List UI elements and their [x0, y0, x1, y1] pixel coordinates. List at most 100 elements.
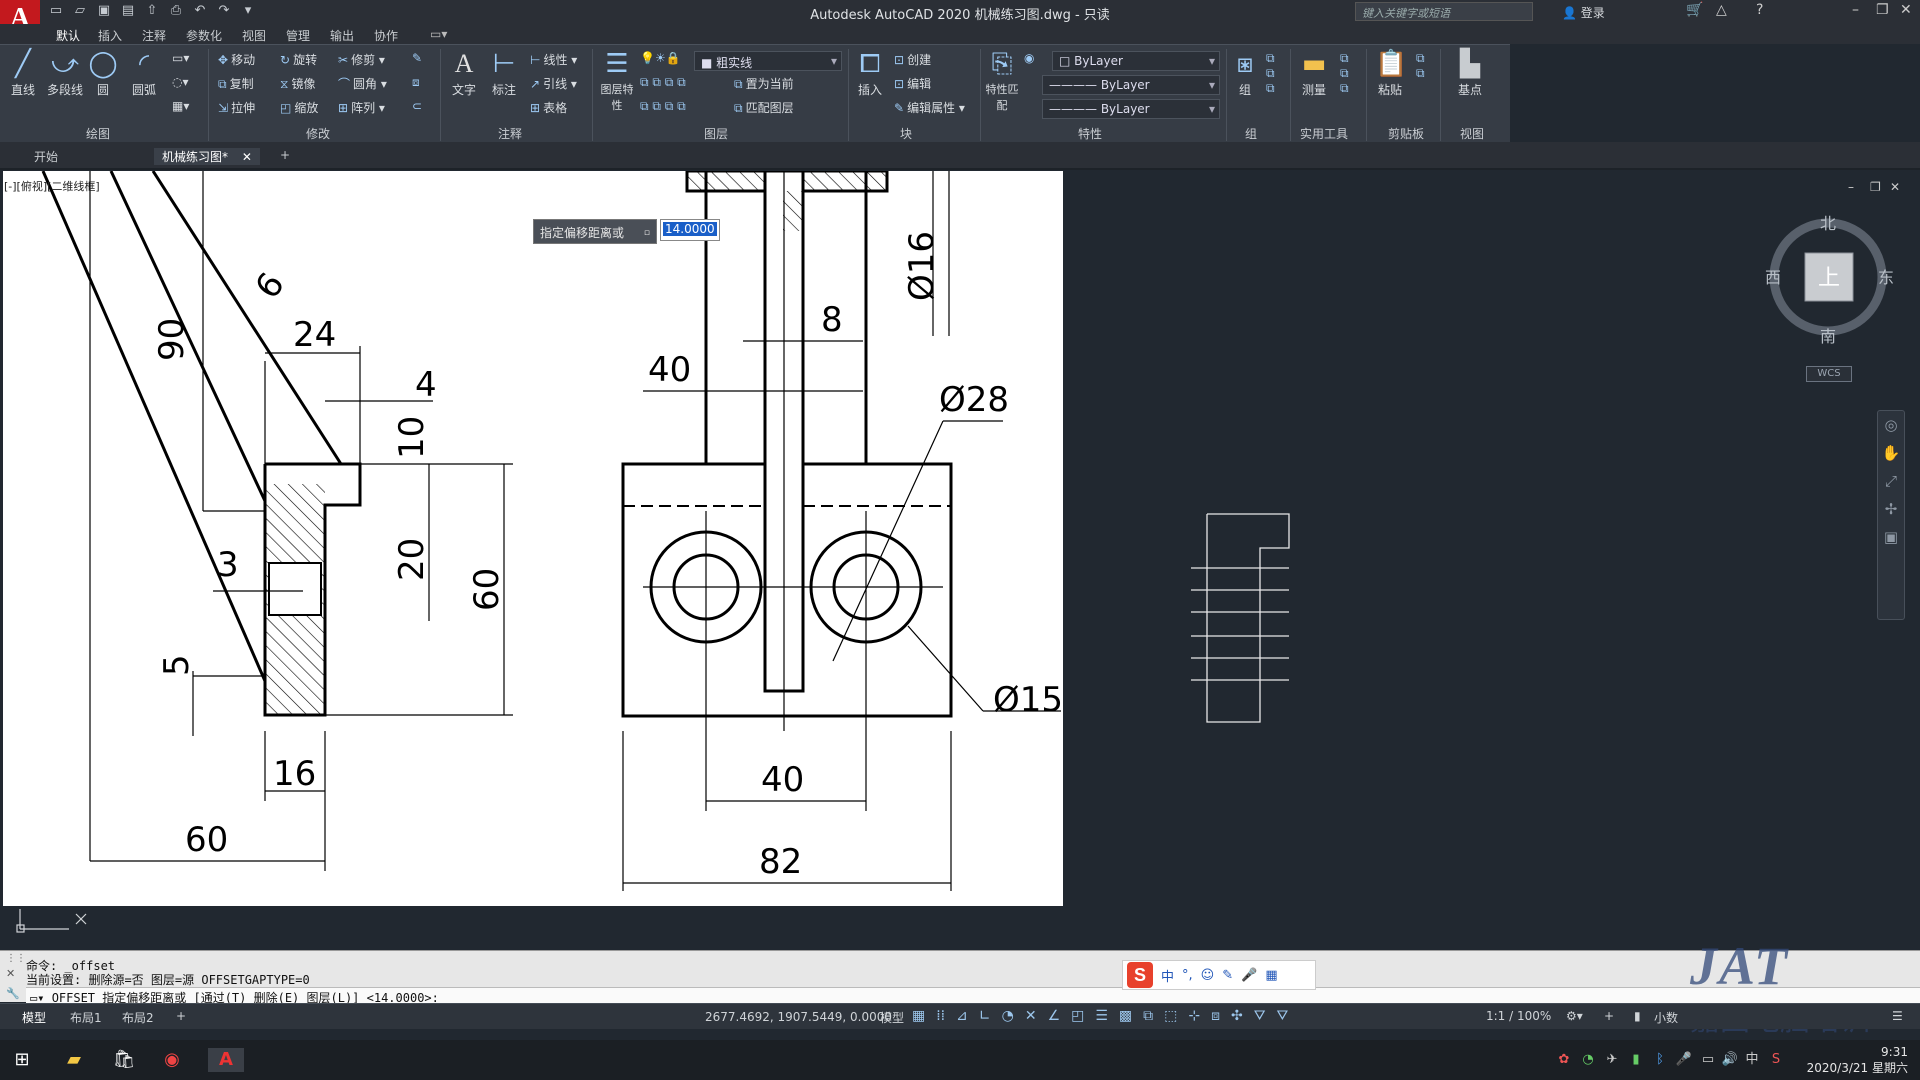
annotation-visibility-icon[interactable]: ⛛	[1254, 1008, 1266, 1024]
layer-state-icons[interactable]: 💡☀🔒	[640, 51, 684, 65]
color-dropdown[interactable]: □ ByLayer	[1052, 51, 1220, 71]
input-language-icon[interactable]: 中	[1740, 1048, 1764, 1072]
model-space-button[interactable]: 模型	[880, 1009, 904, 1026]
punctuation-icon[interactable]: °,	[1182, 968, 1193, 983]
base-view-button[interactable]: ▙ 基点	[1450, 49, 1490, 98]
layer-tools-row1[interactable]: ⧉ ⧉ ⧉ ⧉	[640, 75, 689, 90]
prompt-options-icon[interactable]: ▫	[644, 228, 650, 238]
group-button[interactable]: ⧆ 组	[1230, 49, 1260, 98]
auto-scale-icon[interactable]: ⛛	[1277, 1008, 1289, 1024]
mirror-button[interactable]: ⧖ 镜像	[280, 75, 315, 92]
scale-button[interactable]: ◰ 缩放	[280, 99, 318, 116]
network-icon[interactable]: ▭	[1696, 1048, 1720, 1072]
orbit-icon[interactable]: ✢	[1878, 495, 1904, 523]
close-tab-icon[interactable]: ✕	[242, 150, 252, 164]
selection-cycling-icon[interactable]: ⧉	[1143, 1008, 1153, 1024]
object-snap-icon[interactable]: ◰	[1071, 1008, 1084, 1024]
customization-icon[interactable]: ☰	[1892, 1009, 1903, 1023]
add-layout-icon[interactable]: +	[176, 1009, 186, 1023]
microphone-icon[interactable]: 🎤	[1672, 1048, 1696, 1072]
new-tab-icon[interactable]: +	[280, 148, 290, 162]
cursor-coordinates[interactable]: 2677.4692, 1907.5449, 0.0000	[705, 1010, 892, 1024]
sogou-tray-icon[interactable]: S	[1764, 1048, 1788, 1072]
restore-icon[interactable]: ❐	[1876, 2, 1889, 18]
viewcube[interactable]: 上 北 南 西 东	[1765, 215, 1895, 355]
isodraft-icon[interactable]: ✕	[1025, 1008, 1037, 1024]
redo-icon[interactable]: ↷	[216, 3, 232, 19]
move-button[interactable]: ✥ 移动	[218, 51, 255, 68]
drafted-geometry[interactable]	[1185, 508, 1295, 728]
make-current-button[interactable]: ⧉ 置为当前	[734, 75, 794, 92]
compass-south[interactable]: 南	[1820, 327, 1836, 346]
leader-button[interactable]: ↗ 引线 ▾	[530, 75, 577, 92]
pan-icon[interactable]: ✋	[1878, 439, 1904, 467]
close-icon[interactable]: ✕	[1900, 2, 1912, 18]
tray-icon[interactable]: ✿	[1552, 1048, 1576, 1072]
table-button[interactable]: ⊞ 表格	[530, 99, 567, 116]
annotation-scale[interactable]: 1:1 / 100%	[1486, 1009, 1551, 1023]
bluetooth-icon[interactable]: ᛒ	[1648, 1048, 1672, 1072]
dimension-button[interactable]: ⊢ 标注	[486, 49, 522, 98]
showmotion-icon[interactable]: ▣	[1878, 523, 1904, 551]
trim-button[interactable]: ✂ 修剪 ▾	[338, 51, 385, 68]
system-clock[interactable]: 9:31 2020/3/21 星期六	[1807, 1044, 1908, 1076]
create-block-button[interactable]: ⊡ 创建	[894, 51, 931, 68]
lineweight-icon[interactable]: ☰	[1095, 1008, 1108, 1024]
emoji-icon[interactable]: ☺	[1201, 968, 1215, 983]
compass-east[interactable]: 东	[1878, 268, 1894, 287]
ime-toolbar[interactable]: S 中 °, ☺ ✎ 🎤 ▦	[1122, 960, 1316, 990]
compass-north[interactable]: 北	[1820, 215, 1836, 233]
search-input[interactable]: 键入关键字或短语	[1355, 2, 1533, 21]
fillet-button[interactable]: ⌒ 圆角 ▾	[338, 75, 387, 92]
file-explorer-icon[interactable]: ▰	[62, 1048, 86, 1072]
snap-icon[interactable]: ⁞⁞	[936, 1008, 945, 1024]
workspace-gear-icon[interactable]: ⚙▾	[1566, 1009, 1583, 1023]
group-tool-icons[interactable]: ⧉ ⧉ ⧉	[1266, 51, 1278, 96]
sogou-logo-icon[interactable]: S	[1127, 962, 1153, 988]
tab-output[interactable]: 输出	[330, 27, 354, 44]
layer-dropdown[interactable]: ■ 粗实线	[694, 51, 842, 71]
match-layer-button[interactable]: ⧉ 匹配图层	[734, 99, 794, 116]
volume-icon[interactable]: 🔊	[1718, 1048, 1742, 1072]
minimize-icon[interactable]: –	[1852, 2, 1859, 18]
ime-language-toggle[interactable]: 中	[1161, 966, 1174, 985]
tab-manage[interactable]: 管理	[286, 27, 310, 44]
circle-button[interactable]: ◯ 圆	[88, 49, 118, 98]
tab-start[interactable]: 开始	[34, 148, 58, 165]
polyline-button[interactable]: ⤻ 多段线	[42, 49, 88, 98]
new-file-icon[interactable]: ▭	[48, 3, 64, 19]
store-icon[interactable]: 🛍	[112, 1048, 136, 1072]
units-label[interactable]: 小数	[1654, 1009, 1678, 1026]
microphone-icon[interactable]: 🎤	[1241, 968, 1257, 983]
wechat-icon[interactable]: ◔	[1576, 1048, 1600, 1072]
layout-tab-2[interactable]: 布局2	[122, 1009, 154, 1026]
edit-attributes-button[interactable]: ✎ 编辑属性 ▾	[894, 99, 965, 116]
cart-icon[interactable]: 🛒	[1686, 2, 1703, 18]
object-snap-tracking-icon[interactable]: ∠	[1048, 1008, 1061, 1024]
paste-button[interactable]: 📋 粘贴	[1372, 49, 1408, 98]
viewport-restore-icon[interactable]: ❐	[1870, 180, 1881, 194]
command-wrench-icon[interactable]: 🔧	[6, 987, 20, 1000]
command-input[interactable]: ▭▾ OFFSET 指定偏移距离或 [通过(T) 删除(E) 图层(L)] <1…	[26, 987, 1920, 1005]
viewport-minimize-icon[interactable]: –	[1848, 180, 1854, 194]
copy-button[interactable]: ⧉ 复制	[218, 75, 254, 92]
tab-drawing[interactable]: 机械练习图* ✕	[154, 148, 260, 165]
layout-tab-1[interactable]: 布局1	[70, 1009, 102, 1026]
offset-distance-input[interactable]: 14.0000	[660, 219, 720, 241]
arc-button[interactable]: ◜ 圆弧	[126, 49, 162, 98]
wcs-menu[interactable]: WCS	[1806, 366, 1852, 382]
compass-west[interactable]: 西	[1765, 268, 1781, 287]
offset-icon[interactable]: ⊂	[412, 99, 425, 113]
zoom-extents-icon[interactable]: ⤢	[1878, 467, 1904, 495]
layer-properties-button[interactable]: ☰ 图层特性	[598, 49, 636, 113]
tab-view[interactable]: 视图	[242, 27, 266, 44]
dynamic-ucs-icon[interactable]: ⊹	[1188, 1008, 1200, 1024]
autocad-taskbar-icon[interactable]: A	[208, 1048, 244, 1072]
utility-tool-icons[interactable]: ⧉ ⧉ ⧉	[1340, 51, 1352, 96]
linear-button[interactable]: ⊢ 线性 ▾	[530, 51, 577, 68]
grid-icon[interactable]: ▦▾	[172, 99, 189, 113]
windows-start-icon[interactable]: ⊞	[10, 1048, 34, 1072]
autodesk-a360-icon[interactable]: △	[1716, 2, 1727, 18]
insert-block-button[interactable]: ⧠ 插入	[852, 49, 888, 98]
layout-tab-model[interactable]: 模型	[22, 1009, 46, 1026]
